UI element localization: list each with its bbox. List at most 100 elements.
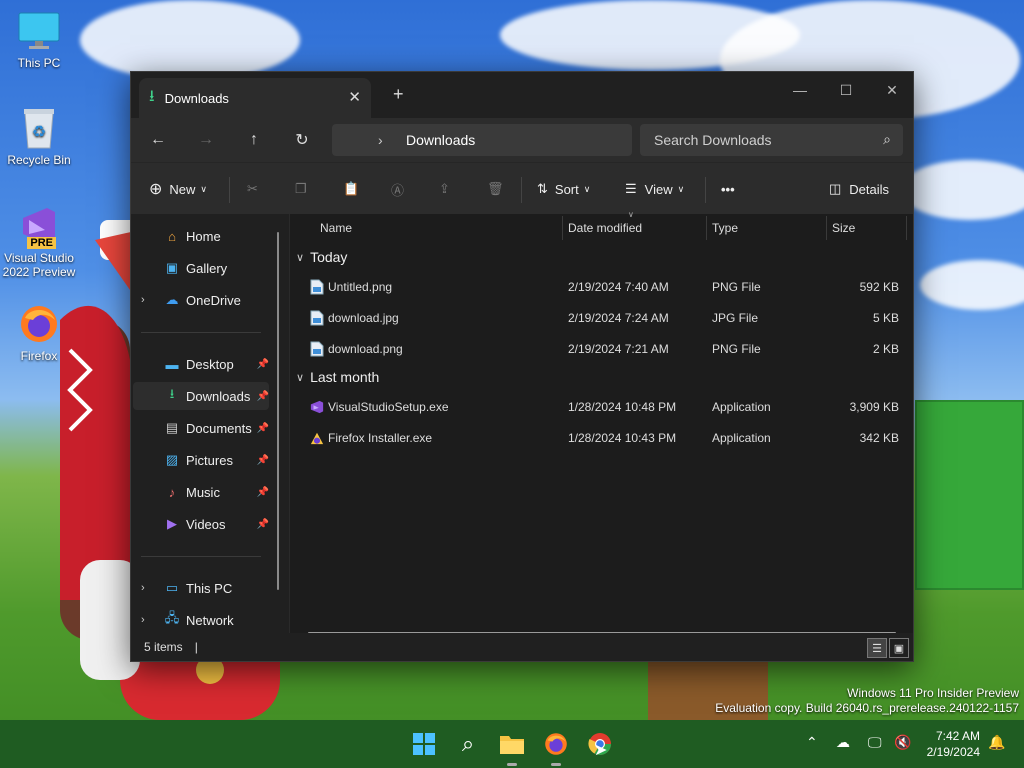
table-row[interactable]: Firefox Installer.exe 1/28/2024 10:43 PM… [290,423,913,453]
delete-icon[interactable]: 🗑 [487,177,504,201]
pin-icon: 📌 [256,390,269,402]
desktop-icon-recycle-bin[interactable]: ♻ Recycle Bin [0,107,78,167]
sidebar-item-gallery[interactable]: ▣ Gallery [133,254,269,282]
pin-icon: 📌 [256,518,269,530]
status-bar: 5 items | ☰ ▣ [131,633,913,661]
pin-icon: 📌 [256,486,269,498]
copy-icon[interactable]: ❐ [295,177,307,201]
sidebar-item-onedrive[interactable]: › ☁ OneDrive [133,286,269,314]
network-tray-icon[interactable]: 🖵 [868,734,882,751]
start-button[interactable] [410,730,438,758]
back-arrow-icon[interactable]: ← [145,128,171,152]
chevron-down-icon: ∨ [200,183,208,194]
pre-badge: PRE [27,237,56,249]
firefox-taskbar-button[interactable] [542,730,570,766]
running-indicator [551,763,561,766]
details-view-icon[interactable]: ☰ [867,638,887,658]
table-row[interactable]: VisualStudioSetup.exe 1/28/2024 10:48 PM… [290,392,913,422]
sidebar-item-home[interactable]: ⌂ Home [133,222,269,250]
system-clock[interactable]: 7:42 AM 2/19/2024 [927,728,980,760]
taskbar: ⌕ ➤ ⌃ ☁ 🖵 🔇 7:42 AM 2/19/2024 🔔 [0,720,1024,768]
documents-folder-icon: ▤ [165,420,179,435]
table-row[interactable]: download.png 2/19/2024 7:21 AM PNG File … [290,334,913,364]
view-button[interactable]: ☰ View ∨ [625,177,684,201]
divider [229,177,230,203]
address-segment[interactable]: Downloads [406,132,475,148]
address-bar[interactable]: › Downloads [332,124,632,156]
sidebar-item-network[interactable]: › 🖧 Network [133,606,269,634]
desktop-icon-visual-studio[interactable]: PRE Visual Studio 2022 Preview [0,205,78,279]
column-header-name[interactable]: Name [320,214,352,242]
tiles-view-icon[interactable]: ▣ [889,638,909,658]
windows-logo-icon [413,733,435,755]
chevron-right-icon[interactable]: › [141,294,145,306]
visual-studio-icon [310,400,324,414]
content-area: ⌂ Home ▣ Gallery › ☁ OneDrive ▬ Desktop … [131,210,913,634]
desktop-icon-this-pc[interactable]: This PC [0,10,78,70]
details-button[interactable]: ◫ Details [829,177,889,201]
close-window-button[interactable]: ✕ [869,76,915,104]
sidebar-item-documents[interactable]: ▤ Documents 📌 [133,414,269,442]
divider [826,216,827,240]
divider [141,332,261,333]
up-arrow-icon[interactable]: ↑ [241,128,267,152]
title-bar: ⭳ Downloads ✕ + — ☐ ✕ [131,72,913,118]
sidebar-scrollbar[interactable] [277,232,279,590]
search-taskbar-button[interactable]: ⌕ [454,730,482,758]
sidebar-item-pictures[interactable]: ▨ Pictures 📌 [133,446,269,474]
pin-icon: 📌 [256,422,269,434]
gallery-icon: ▣ [165,260,179,275]
minimize-button[interactable]: — [777,76,823,104]
sort-button[interactable]: ⇅ Sort ∨ [537,177,590,201]
sidebar-item-downloads[interactable]: ⭳ Downloads 📌 [133,382,269,410]
search-icon: ⌕ [461,731,475,756]
volume-muted-icon[interactable]: 🔇 [894,734,911,751]
tab-downloads[interactable]: ⭳ Downloads ✕ [139,78,371,118]
onedrive-icon: ☁ [165,292,179,307]
rename-icon[interactable]: Ⓐ [391,177,404,201]
close-tab-icon[interactable]: ✕ [348,88,361,106]
chevron-up-icon[interactable]: ⌃ [806,734,818,751]
download-arrow-icon: ⭳ [149,87,155,105]
new-button[interactable]: ⊕ New ∨ [149,177,207,201]
column-header-type[interactable]: Type [712,214,738,242]
chevron-right-icon[interactable]: › [141,582,145,594]
desktop-icon-firefox[interactable]: Firefox [0,303,78,363]
notification-bell-icon[interactable]: 🔔 [988,734,1005,751]
file-explorer-taskbar-button[interactable] [498,730,526,766]
png-file-icon [310,341,324,357]
table-row[interactable]: Untitled.png 2/19/2024 7:40 AM PNG File … [290,272,913,302]
more-options-button[interactable]: ••• [721,177,735,201]
group-header-today[interactable]: ∨ Today [296,249,347,265]
onedrive-offline-icon[interactable]: ☁ [836,734,850,751]
network-icon: 🖧 [164,610,180,625]
share-icon[interactable]: ⇪ [439,177,450,201]
chevron-down-icon: ∨ [677,183,685,194]
sort-icon: ⇅ [537,181,548,196]
paste-icon[interactable]: 📋 [343,177,359,201]
watermark-build: Evaluation copy. Build 26040.rs_prerelea… [715,701,1019,715]
sidebar-item-this-pc[interactable]: › ▭ This PC [133,574,269,602]
divider [705,177,706,203]
column-header-size[interactable]: Size [832,214,855,242]
search-input[interactable]: Search Downloads ⌕ [640,124,903,156]
firefox-installer-icon [310,432,324,445]
group-header-last-month[interactable]: ∨ Last month [296,369,379,385]
table-row[interactable]: download.jpg 2/19/2024 7:24 AM JPG File … [290,303,913,333]
sidebar-item-music[interactable]: ♪ Music 📌 [133,478,269,506]
sidebar-item-desktop[interactable]: ▬ Desktop 📌 [133,350,270,378]
divider [562,216,563,240]
folder-icon [500,736,524,754]
monitor-icon [18,10,60,52]
maximize-button[interactable]: ☐ [823,76,869,104]
forward-arrow-icon[interactable]: → [193,128,219,152]
chevron-right-icon[interactable]: › [141,614,145,626]
sidebar-item-videos[interactable]: ▶ Videos 📌 [133,510,269,538]
new-tab-button[interactable]: + [393,84,404,105]
navigation-bar: ← → ↑ ↻ › Downloads Search Downloads ⌕ [131,118,913,162]
home-icon: ⌂ [168,228,176,244]
plus-circle-icon: ⊕ [149,181,163,198]
refresh-icon[interactable]: ↻ [289,128,315,152]
cut-icon[interactable]: ✂ [247,177,258,201]
desktop-folder-icon: ▬ [165,356,179,372]
